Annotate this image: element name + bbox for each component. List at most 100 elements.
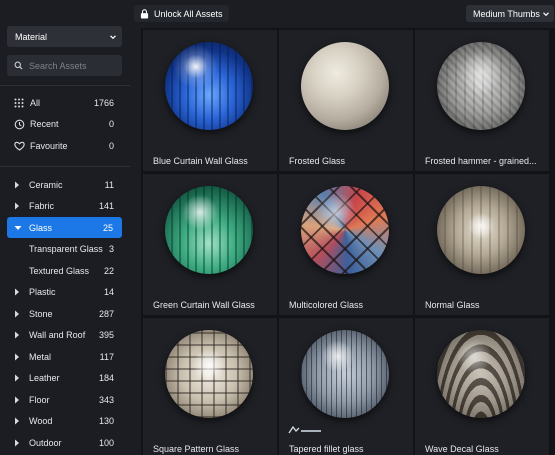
material-type-label: Material [15, 31, 48, 42]
category-label: Glass [29, 222, 53, 233]
caret-right-icon [15, 353, 19, 360]
caret-right-icon [15, 417, 19, 425]
category-stone[interactable]: Stone 287 [0, 303, 130, 324]
category-metal[interactable]: Metal 117 [0, 346, 130, 367]
asset-name: Green Curtain Wall Glass [153, 300, 255, 310]
category-plastic[interactable]: Plastic 14 [0, 282, 130, 303]
asset-card[interactable]: Multicolored Glass [279, 174, 413, 315]
category-count: 184 [98, 373, 114, 383]
sidebar: Material Search Assets All 1766 Recent 0 Fav… [0, 26, 130, 455]
material-thumbnail[interactable] [301, 330, 389, 418]
material-thumbnail[interactable] [165, 42, 253, 130]
search-icon [14, 61, 23, 70]
category-wood[interactable]: Wood 130 [0, 411, 130, 432]
asset-name: Tapered fillet glass [289, 444, 364, 454]
material-thumbnail[interactable] [165, 186, 253, 274]
unlock-all-assets-button[interactable]: Unlock All Assets [134, 5, 229, 22]
category-label: Wood [29, 416, 53, 426]
asset-card[interactable]: Blue Curtain Wall Glass [143, 30, 277, 171]
material-thumbnail[interactable] [437, 42, 525, 130]
material-thumbnail[interactable] [165, 330, 253, 418]
expand-toggle[interactable] [14, 417, 22, 425]
category-ceramic[interactable]: Ceramic 11 [0, 174, 130, 195]
category-wall-and-roof[interactable]: Wall and Roof 395 [0, 325, 130, 346]
material-thumbnail[interactable] [437, 330, 525, 418]
category-count: 22 [103, 265, 114, 276]
category-floor[interactable]: Floor 343 [0, 389, 130, 410]
category-count: 14 [103, 287, 114, 297]
material-thumbnail[interactable] [437, 186, 525, 274]
caret-down-icon [14, 225, 22, 230]
category-label: Floor [29, 394, 50, 405]
category-label: Stone [29, 308, 53, 319]
subcategory-textured-glass[interactable]: Textured Glass 22 [0, 260, 130, 281]
asset-name: Wave Decal Glass [425, 444, 499, 454]
search-input[interactable]: Search Assets [7, 55, 122, 76]
asset-name: Multicolored Glass [289, 300, 364, 310]
category-label: Ceramic [29, 179, 63, 190]
expand-toggle[interactable] [14, 396, 22, 404]
lock-icon [140, 8, 149, 18]
category-count: 287 [98, 308, 114, 319]
asset-name: Square Pattern Glass [153, 444, 240, 454]
asset-card[interactable]: Normal Glass [415, 174, 549, 315]
expand-toggle[interactable] [14, 288, 22, 296]
asset-name: Blue Curtain Wall Glass [153, 156, 248, 166]
caret-right-icon [15, 331, 19, 339]
material-thumbnail[interactable] [301, 42, 389, 130]
asset-name: Normal Glass [425, 300, 480, 310]
caret-right-icon [15, 396, 19, 403]
quick-filter-label: Favourite [30, 140, 68, 151]
quick-filter-count: 0 [108, 140, 114, 151]
category-label: Transparent Glass [29, 244, 103, 254]
subcategory-transparent-glass[interactable]: Transparent Glass 3 [0, 239, 130, 260]
asset-name: Frosted Glass [289, 156, 346, 166]
chevron-down-icon [543, 11, 549, 16]
caret-right-icon [15, 439, 19, 446]
category-label: Plastic [29, 287, 56, 297]
category-count: 3 [108, 244, 114, 254]
category-outdoor[interactable]: Outdoor 100 [0, 432, 130, 453]
quick-filter-count: 0 [108, 119, 114, 129]
material-type-select[interactable]: Material [7, 26, 122, 47]
expand-toggle[interactable] [14, 202, 22, 210]
divider [0, 166, 130, 167]
category-count: 130 [98, 416, 114, 426]
expand-toggle[interactable] [14, 331, 22, 339]
expand-toggle[interactable] [14, 353, 22, 361]
quick-filter-label: Recent [30, 119, 59, 129]
caret-right-icon [15, 310, 19, 317]
category-label: Wall and Roof [29, 330, 86, 340]
search-placeholder: Search Assets [29, 60, 87, 71]
asset-card[interactable]: Square Pattern Glass [143, 318, 277, 455]
category-label: Fabric [29, 201, 55, 211]
category-glass[interactable]: Glass 25 [7, 217, 122, 238]
thumb-size-dropdown[interactable]: Medium Thumbs [466, 5, 554, 22]
category-fabric[interactable]: Fabric 141 [0, 196, 130, 217]
category-label: Textured Glass [29, 265, 90, 276]
caret-right-icon [15, 374, 19, 382]
category-leather[interactable]: Leather 184 [0, 368, 130, 389]
quick-filter-recent[interactable]: Recent 0 [0, 114, 130, 135]
category-count: 343 [98, 394, 114, 405]
category-label: Leather [29, 373, 60, 383]
expand-toggle[interactable] [14, 225, 22, 231]
material-thumbnail[interactable] [301, 186, 389, 274]
expand-toggle[interactable] [14, 439, 22, 447]
quick-filter-favourite[interactable]: Favourite 0 [0, 135, 130, 156]
expand-toggle[interactable] [14, 310, 22, 318]
quick-filter-all[interactable]: All 1766 [0, 92, 130, 113]
asset-card[interactable]: Frosted Glass [279, 30, 413, 171]
quick-filter-label: All [30, 97, 41, 108]
expand-toggle[interactable] [14, 181, 22, 189]
category-count: 11 [104, 179, 114, 190]
asset-card[interactable]: Frosted hammer - grained... [415, 30, 549, 171]
category-count: 100 [98, 437, 114, 448]
asset-grid: Blue Curtain Wall Glass Frosted Glass Fros… [141, 28, 555, 455]
asset-card[interactable]: Green Curtain Wall Glass [143, 174, 277, 315]
category-label: Metal [29, 351, 52, 362]
thumb-size-label: Medium Thumbs [473, 8, 540, 19]
expand-toggle[interactable] [14, 374, 22, 382]
category-count: 395 [98, 330, 114, 340]
asset-card[interactable]: Wave Decal Glass [415, 318, 549, 455]
